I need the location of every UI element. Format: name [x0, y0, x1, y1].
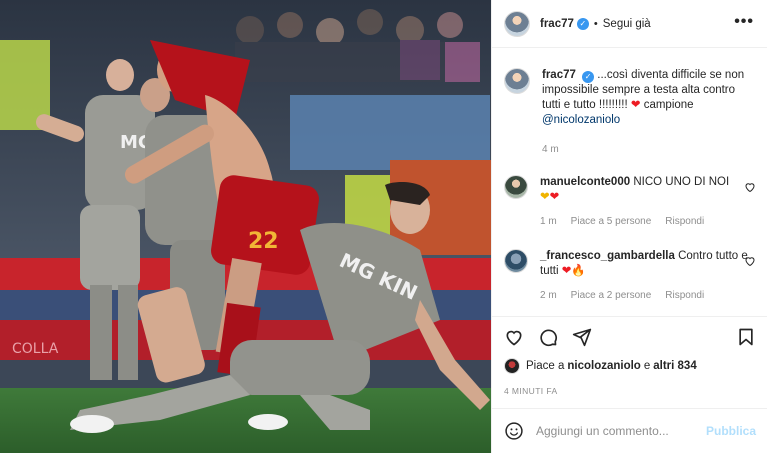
liker-avatar[interactable]	[504, 358, 520, 374]
red-heart-emoji: ❤	[549, 191, 560, 203]
likes-others[interactable]: altri 834	[653, 360, 696, 372]
comment-likes[interactable]: Piace a 5 persone	[571, 214, 652, 229]
comment-icon[interactable]	[538, 327, 558, 347]
post-actions: Piace a nicolozaniolo e altri 834 4 MINU…	[492, 316, 767, 396]
commenter-avatar[interactable]	[504, 175, 528, 199]
red-heart-emoji: ❤	[561, 265, 572, 277]
liker-username[interactable]: nicolozaniolo	[567, 360, 640, 372]
post-photo[interactable]: COLLA MG 22 MG KIN	[0, 0, 491, 453]
comment-time[interactable]: 1 m	[540, 214, 557, 229]
follow-button[interactable]: Segui già	[603, 18, 651, 30]
commenter-avatar[interactable]	[504, 249, 528, 273]
caption-text-after: campione	[640, 99, 694, 111]
heart-icon[interactable]	[504, 327, 524, 347]
caption-avatar[interactable]	[504, 68, 530, 94]
comment-item: manuelconte000 NICO UNO DI NOI ❤❤ 1 m Pi…	[504, 175, 756, 229]
reply-button[interactable]: Rispondi	[665, 214, 704, 229]
verified-icon: ✓	[576, 17, 589, 30]
likes-mid: e	[643, 360, 651, 372]
comment-input[interactable]: Aggiungi un commento...	[536, 424, 706, 438]
publish-button[interactable]: Pubblica	[706, 424, 756, 438]
verified-icon: ✓	[582, 71, 595, 83]
post-timestamp[interactable]: 4 MINUTI FA	[504, 386, 756, 396]
post-side-panel: frac77 ✓ • Segui già ••• frac77 ✓ ...cos…	[491, 0, 767, 453]
jersey-number: 22	[248, 229, 279, 254]
share-icon[interactable]	[572, 327, 592, 347]
likes-summary: Piace a nicolozaniolo e altri 834	[504, 358, 756, 374]
comments-list: frac77 ✓ ...così diventa difficile se no…	[492, 49, 767, 315]
likes-prefix: Piace a	[526, 360, 565, 372]
commenter-username[interactable]: manuelconte000	[540, 176, 630, 188]
comment-time[interactable]: 2 m	[540, 288, 557, 303]
emoji-icon[interactable]	[504, 421, 524, 441]
author-avatar[interactable]	[504, 10, 530, 37]
fire-emoji: 🔥	[571, 265, 586, 277]
banner-text: COLLA	[12, 341, 59, 357]
caption-time[interactable]: 4 m	[542, 142, 559, 157]
commenter-username[interactable]: _francesco_gambardella	[540, 250, 675, 262]
heart-icon[interactable]	[744, 255, 756, 267]
author-username[interactable]: frac77	[540, 18, 574, 30]
comment-likes[interactable]: Piace a 2 persone	[571, 288, 652, 303]
comment-item: _francesco_gambardella Contro tutto e tu…	[504, 249, 756, 303]
more-icon[interactable]: •••	[734, 14, 754, 30]
red-heart-emoji: ❤	[630, 99, 641, 111]
comment-composer: Aggiungi un commento... Pubblica	[492, 408, 767, 453]
yellow-heart-emoji: ❤	[540, 191, 550, 203]
football-photo-illustration: COLLA MG 22 MG KIN	[0, 0, 491, 453]
reply-button[interactable]: Rispondi	[665, 288, 704, 303]
heart-icon[interactable]	[744, 181, 756, 193]
separator-dot: •	[593, 17, 598, 30]
caption: frac77 ✓ ...così diventa difficile se no…	[504, 68, 756, 157]
caption-username[interactable]: frac77	[542, 69, 576, 81]
comment-text: NICO UNO DI NOI	[633, 176, 730, 188]
post-header: frac77 ✓ • Segui già •••	[492, 0, 767, 48]
mention-link[interactable]: @nicolozaniolo	[542, 114, 620, 126]
save-icon[interactable]	[736, 327, 756, 347]
